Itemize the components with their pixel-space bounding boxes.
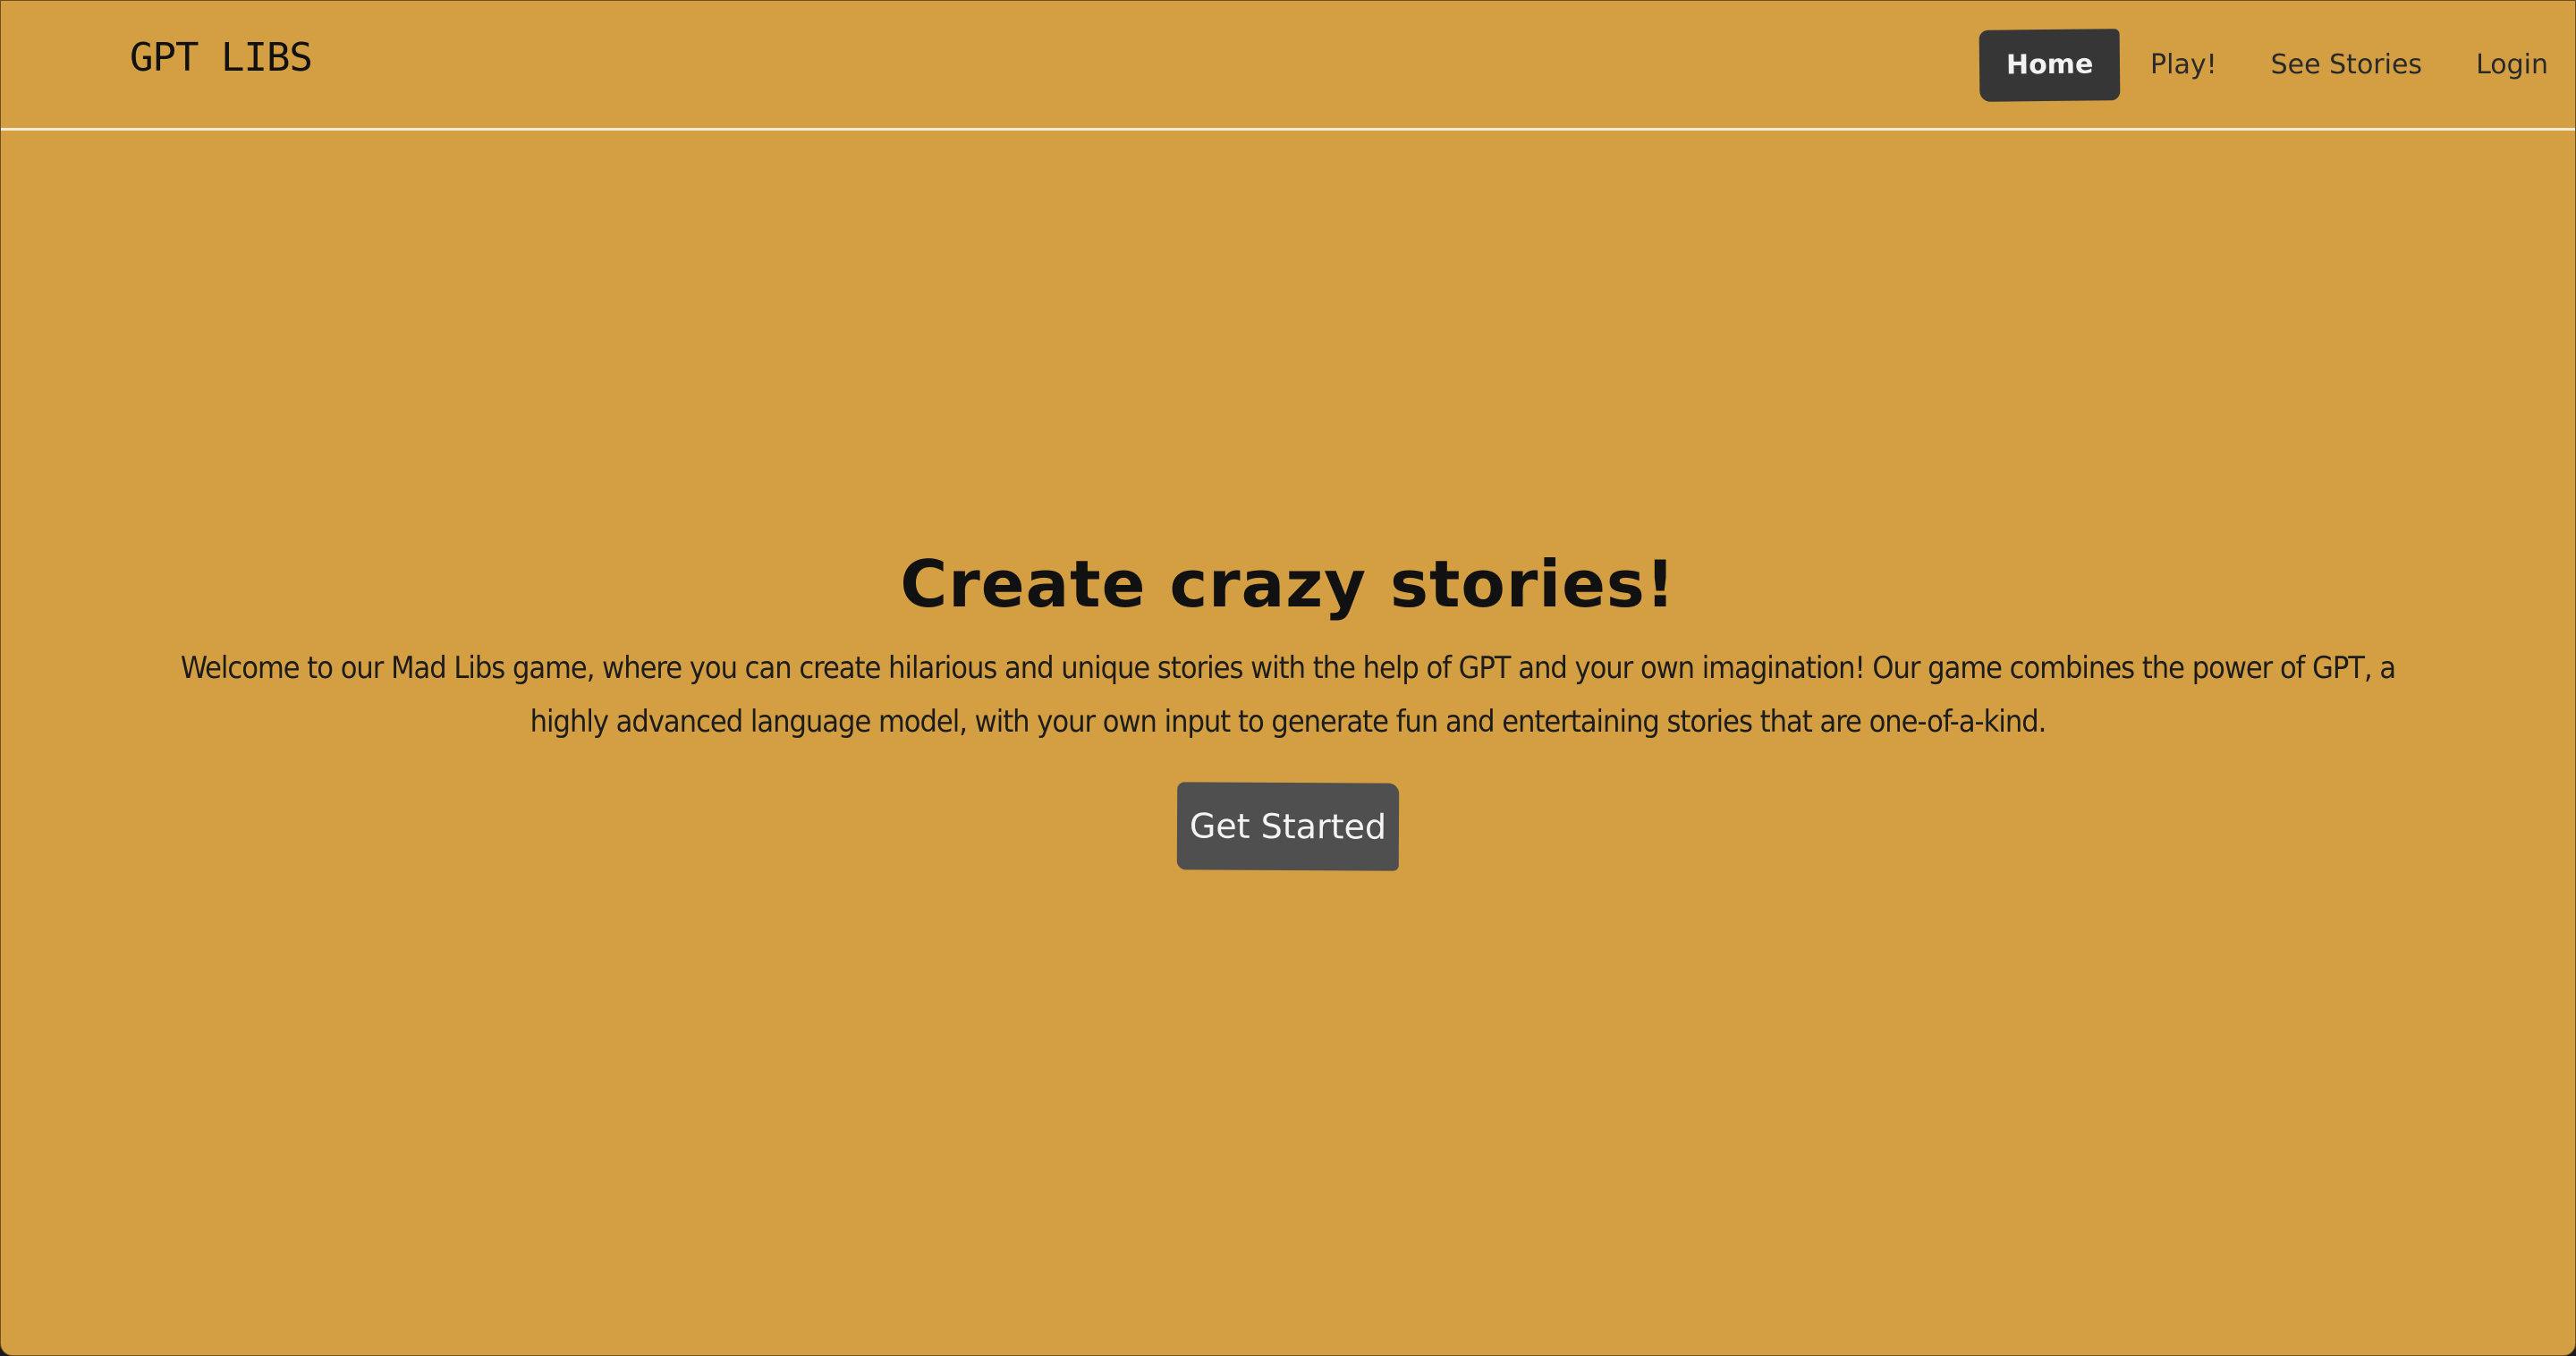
nav-item-home[interactable]: Home <box>1979 29 2121 102</box>
app-window: GPT LIBS Home Play! See Stories Login Cr… <box>0 0 2576 1356</box>
navbar: GPT LIBS Home Play! See Stories Login <box>1 1 2575 131</box>
nav-item-play[interactable]: Play! <box>2123 30 2244 101</box>
nav-menu: Home Play! See Stories Login <box>1979 29 2575 102</box>
hero-description: Welcome to our Mad Libs game, where you … <box>180 650 2396 740</box>
nav-item-login[interactable]: Login <box>2449 30 2575 101</box>
hero-title: Create crazy stories! <box>900 547 1676 622</box>
get-started-button[interactable]: Get Started <box>1176 782 1400 871</box>
nav-item-see-stories[interactable]: See Stories <box>2244 30 2449 101</box>
brand-logo[interactable]: GPT LIBS <box>130 35 313 81</box>
hero-section: Create crazy stories! Welcome to our Mad… <box>1 538 2575 871</box>
